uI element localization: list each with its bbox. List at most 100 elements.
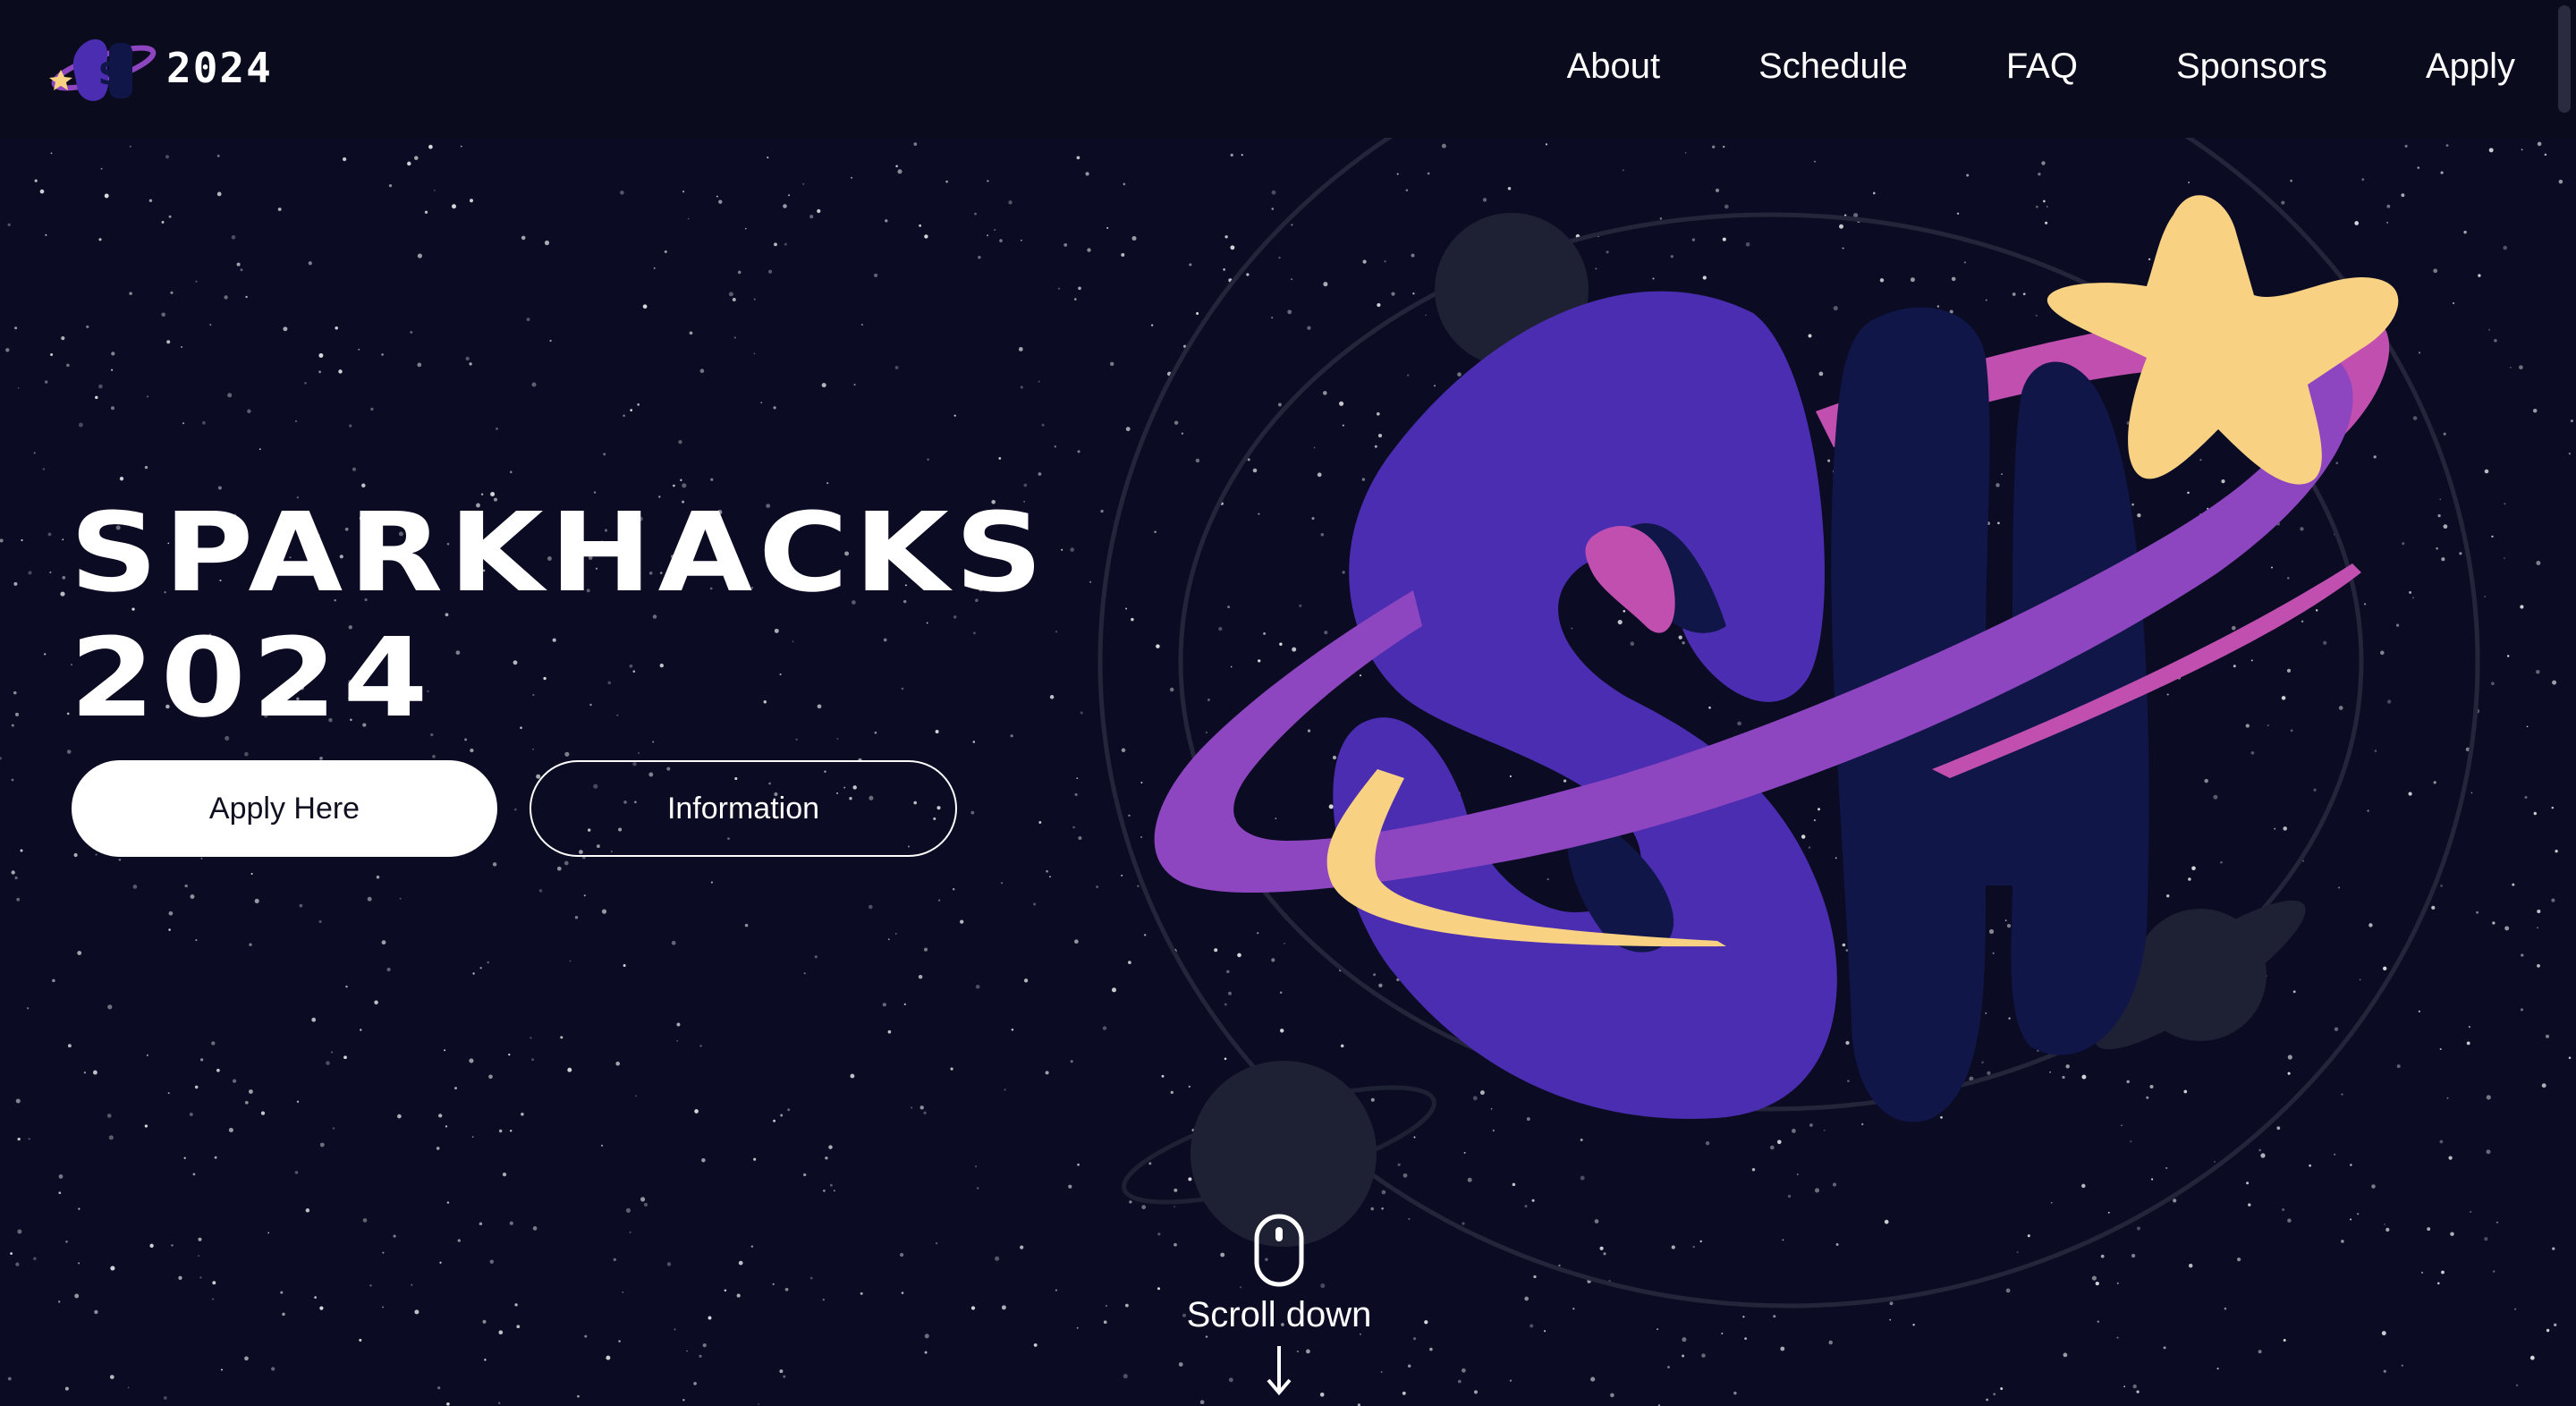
star-dot bbox=[386, 967, 391, 972]
star-dot bbox=[361, 483, 366, 488]
star-dot bbox=[111, 368, 114, 371]
star-dot bbox=[574, 915, 579, 919]
star-dot bbox=[895, 165, 898, 168]
star-dot bbox=[345, 985, 348, 988]
star-dot bbox=[78, 1262, 80, 1265]
star-dot bbox=[74, 1293, 80, 1299]
star-dot bbox=[194, 1085, 199, 1089]
star-dot bbox=[919, 224, 922, 227]
nav-apply[interactable]: Apply bbox=[2426, 39, 2515, 93]
star-dot bbox=[299, 903, 303, 908]
hero-title-line2: 2024 bbox=[70, 614, 435, 741]
brand-logo-link[interactable]: S 2024 bbox=[47, 30, 273, 106]
star-dot bbox=[521, 1113, 524, 1116]
star-dot bbox=[945, 180, 948, 183]
star-dot bbox=[913, 142, 918, 146]
star-dot bbox=[195, 280, 198, 283]
star-dot bbox=[436, 1147, 440, 1150]
star-dot bbox=[168, 911, 174, 916]
star-dot bbox=[615, 1061, 621, 1066]
star-dot bbox=[360, 1029, 362, 1031]
page-scrollbar-thumb[interactable] bbox=[2558, 5, 2571, 113]
star-dot bbox=[165, 155, 170, 159]
scroll-down-hint[interactable]: Scroll down bbox=[1163, 1213, 1395, 1398]
star-dot bbox=[13, 581, 18, 586]
star-dot bbox=[98, 384, 103, 389]
star-dot bbox=[924, 1334, 929, 1339]
star-dot bbox=[311, 1017, 317, 1022]
star-dot bbox=[479, 1222, 483, 1226]
star-dot bbox=[502, 1172, 507, 1177]
star-dot bbox=[359, 1338, 362, 1342]
star-dot bbox=[635, 1095, 638, 1097]
star-dot bbox=[744, 923, 749, 927]
star-dot bbox=[127, 1386, 130, 1389]
star-dot bbox=[305, 1208, 310, 1213]
star-dot bbox=[381, 940, 386, 945]
star-dot bbox=[7, 1376, 12, 1381]
star-dot bbox=[687, 217, 690, 220]
main-nav: About Schedule FAQ Sponsors Apply bbox=[1567, 39, 2515, 93]
star-dot bbox=[472, 972, 475, 975]
star-dot bbox=[652, 741, 655, 743]
star-dot bbox=[601, 909, 607, 914]
star-dot bbox=[923, 1111, 927, 1115]
star-dot bbox=[178, 1275, 182, 1280]
star-dot bbox=[630, 409, 633, 411]
star-dot bbox=[744, 227, 747, 230]
nav-about[interactable]: About bbox=[1567, 39, 1661, 93]
star-dot bbox=[446, 1201, 450, 1204]
star-dot bbox=[666, 1262, 672, 1266]
star-dot bbox=[676, 1039, 679, 1042]
star-dot bbox=[202, 420, 206, 425]
star-dot bbox=[887, 938, 890, 941]
star-dot bbox=[244, 751, 249, 757]
information-button[interactable]: Information bbox=[530, 760, 957, 857]
star-dot bbox=[17, 1229, 22, 1234]
star-dot bbox=[182, 422, 185, 425]
star-dot bbox=[343, 1055, 347, 1060]
star-dot bbox=[58, 1173, 64, 1179]
star-dot bbox=[471, 1136, 474, 1138]
star-dot bbox=[887, 1029, 892, 1034]
star-dot bbox=[826, 482, 829, 485]
star-dot bbox=[825, 1156, 828, 1160]
star-dot bbox=[399, 897, 402, 900]
star-dot bbox=[216, 1068, 220, 1072]
nav-schedule[interactable]: Schedule bbox=[1758, 39, 1908, 93]
star-dot bbox=[682, 191, 685, 193]
star-dot bbox=[11, 870, 15, 875]
nav-sponsors[interactable]: Sponsors bbox=[2176, 39, 2327, 93]
star-dot bbox=[199, 1276, 202, 1279]
star-dot bbox=[874, 273, 878, 277]
star-dot bbox=[393, 1234, 396, 1238]
star-dot bbox=[433, 189, 436, 191]
star-dot bbox=[753, 298, 756, 301]
star-dot bbox=[758, 1403, 759, 1405]
star-dot bbox=[469, 199, 474, 203]
star-dot bbox=[716, 195, 718, 198]
nav-faq[interactable]: FAQ bbox=[2006, 39, 2078, 93]
star-dot bbox=[77, 951, 82, 955]
star-dot bbox=[516, 1325, 521, 1329]
star-dot bbox=[171, 1244, 174, 1247]
star-dot bbox=[260, 1111, 266, 1115]
star-dot bbox=[488, 1074, 493, 1080]
star-dot bbox=[107, 1004, 113, 1010]
star-dot bbox=[937, 899, 941, 902]
star-dot bbox=[643, 1202, 648, 1207]
star-dot bbox=[710, 881, 713, 884]
star-dot bbox=[245, 295, 248, 299]
star-dot bbox=[671, 940, 676, 945]
star-dot bbox=[118, 858, 122, 861]
star-dot bbox=[216, 191, 222, 197]
star-dot bbox=[479, 967, 482, 970]
star-dot bbox=[733, 336, 736, 339]
star-dot bbox=[168, 215, 172, 218]
star-dot bbox=[767, 269, 773, 274]
star-dot bbox=[388, 183, 393, 188]
star-dot bbox=[760, 402, 763, 403]
star-dot bbox=[62, 538, 64, 541]
star-dot bbox=[342, 157, 347, 162]
apply-here-button[interactable]: Apply Here bbox=[72, 760, 497, 857]
